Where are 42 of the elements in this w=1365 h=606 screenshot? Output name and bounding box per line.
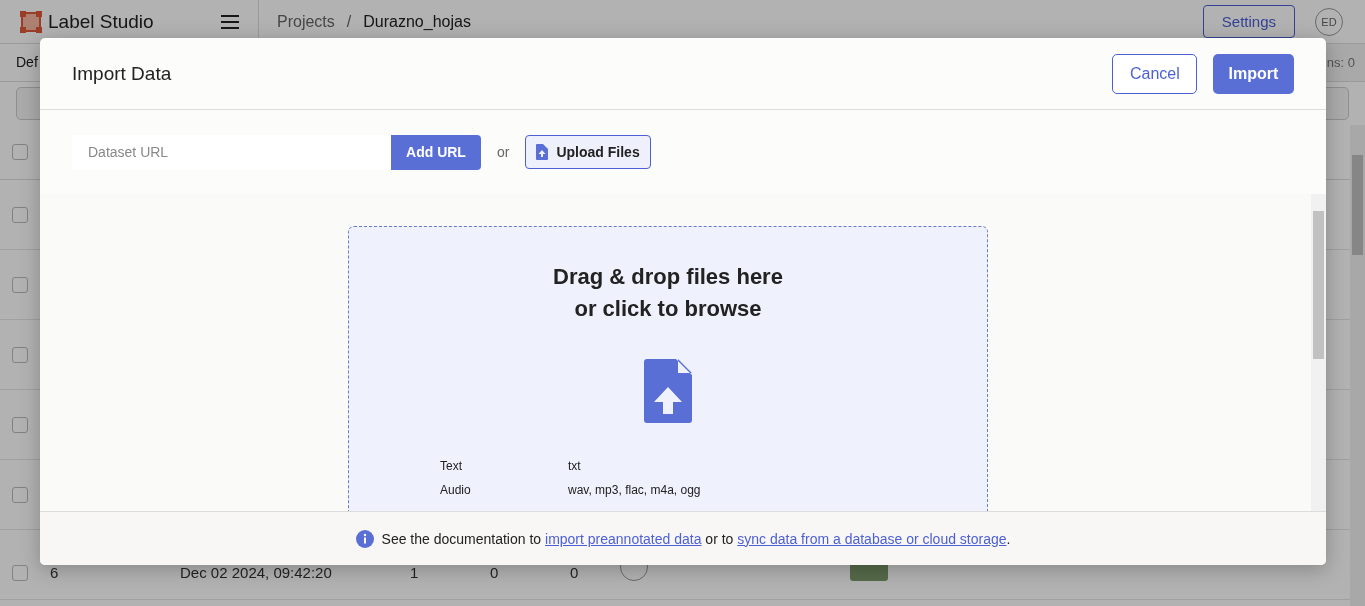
drop-subtitle: or click to browse [574,295,762,323]
add-url-button[interactable]: Add URL [391,134,481,170]
table-cell-text: 0 [570,564,580,581]
settings-button[interactable]: Settings [1202,5,1295,38]
upload-files-button[interactable]: Upload Files [525,135,651,169]
logo-icon [20,10,42,33]
dialog-title: Import Data [72,62,172,85]
row-checkbox[interactable] [12,144,28,160]
annotations-counter: ns: 0 [1326,55,1356,70]
documentation-link[interactable]: import preannotated data [545,530,702,547]
row-checkbox[interactable] [12,276,28,293]
row-checkbox[interactable] [12,486,28,503]
row-checkbox[interactable] [12,565,28,581]
drop-zone[interactable]: Drag & drop files here or click to browse Text txt Audio wav, mp3, flac, m4a, ogg [348,226,988,511]
table-cell-text: 1 [410,564,420,581]
cancel-button[interactable]: Cancel [1112,53,1197,94]
documentation-link[interactable]: sync data from a database or cloud storage [737,530,1007,547]
dataset-url-field[interactable]: Dataset URL [72,134,391,170]
row-checkbox[interactable] [12,206,28,223]
file-upload-icon [536,144,549,160]
documentation-note: See the documentation to import preannotated data or to sync data from a database or cloud storage. [381,530,1011,547]
drop-title: Drag & drop files here [553,263,783,291]
app-name: Label Studio [48,10,154,33]
table-cell-text: Dec 02 2024, 09:42:20 [180,564,333,581]
menu-icon[interactable] [220,13,240,30]
format-type: Text [440,459,463,473]
dialog-scrollbar[interactable] [1311,194,1326,511]
format-extensions: txt [568,459,582,473]
breadcrumb-link[interactable]: Durazno_hojas [363,12,471,31]
format-extensions: wav, mp3, flac, m4a, ogg [568,483,702,497]
info-icon [355,529,374,548]
row-checkbox[interactable] [12,416,28,433]
row-checkbox[interactable] [12,346,28,363]
import-button[interactable]: Import [1213,53,1294,94]
breadcrumb-link[interactable]: Projects [277,12,335,31]
or-label: or [497,144,510,160]
breadcrumb-separator: / [346,12,352,31]
table-cell-text: 6 [50,564,60,581]
format-type: Audio [440,483,472,497]
page-scrollbar[interactable] [1350,125,1365,606]
file-upload-icon [644,359,692,423]
table-cell-text: 0 [490,564,500,581]
